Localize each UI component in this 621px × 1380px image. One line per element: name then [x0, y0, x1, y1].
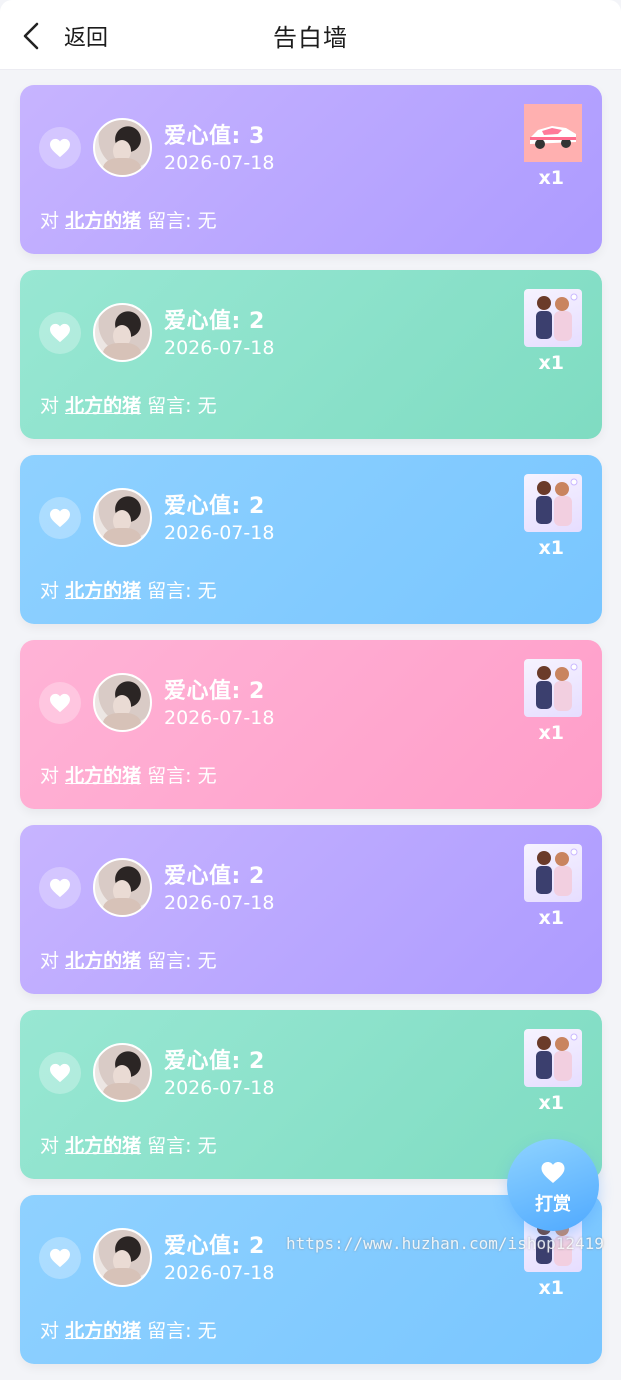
avatar[interactable]	[93, 858, 152, 917]
page-title: 告白墙	[273, 24, 348, 52]
heart-icon	[50, 1063, 70, 1083]
like-button[interactable]	[39, 1237, 81, 1279]
love-value: 爱心值: 2	[164, 864, 265, 889]
message-text: 留言: 无	[147, 1320, 217, 1342]
message-line: 对 北方的猪 留言: 无	[40, 206, 217, 233]
love-value: 爱心值: 3	[164, 124, 265, 149]
confession-card: 爱心值: 2 2026-07-18 对 北方的猪 留言: 无 x1	[20, 270, 602, 439]
heart-icon	[50, 878, 70, 898]
love-value: 爱心值: 2	[164, 679, 265, 704]
avatar[interactable]	[93, 118, 152, 177]
gift-count: x1	[538, 537, 564, 559]
like-button[interactable]	[39, 312, 81, 354]
confession-card: 爱心值: 2 2026-07-18 对 北方的猪 留言: 无 x1	[20, 1195, 602, 1364]
message-prefix: 对	[40, 210, 60, 232]
couple-gift-icon	[524, 659, 582, 717]
post-date: 2026-07-18	[164, 707, 275, 729]
message-line: 对 北方的猪 留言: 无	[40, 1316, 217, 1343]
like-button[interactable]	[39, 867, 81, 909]
love-value: 爱心值: 2	[164, 309, 265, 334]
heart-icon	[541, 1162, 565, 1183]
confession-card: 爱心值: 2 2026-07-18 对 北方的猪 留言: 无 x1	[20, 455, 602, 624]
post-date: 2026-07-18	[164, 892, 275, 914]
post-date: 2026-07-18	[164, 1262, 275, 1284]
message-text: 留言: 无	[147, 395, 217, 417]
avatar[interactable]	[93, 303, 152, 362]
sports-car-gift-icon	[524, 104, 582, 162]
target-user-link[interactable]: 北方的猪	[65, 765, 141, 787]
gift-count: x1	[538, 167, 564, 189]
like-button[interactable]	[39, 682, 81, 724]
message-text: 留言: 无	[147, 1135, 217, 1157]
target-user-link[interactable]: 北方的猪	[65, 580, 141, 602]
target-user-link[interactable]: 北方的猪	[65, 210, 141, 232]
message-text: 留言: 无	[147, 210, 217, 232]
message-prefix: 对	[40, 1135, 60, 1157]
message-line: 对 北方的猪 留言: 无	[40, 1131, 217, 1158]
post-date: 2026-07-18	[164, 1077, 275, 1099]
confession-card: 爱心值: 3 2026-07-18 对 北方的猪 留言: 无 x1	[20, 85, 602, 254]
target-user-link[interactable]: 北方的猪	[65, 395, 141, 417]
heart-icon	[50, 1248, 70, 1268]
couple-gift-icon	[524, 474, 582, 532]
love-value: 爱心值: 2	[164, 494, 265, 519]
couple-gift-icon	[524, 1029, 582, 1087]
top-bar: 返回 告白墙	[0, 0, 621, 70]
message-line: 对 北方的猪 留言: 无	[40, 576, 217, 603]
love-value: 爱心值: 2	[164, 1234, 265, 1259]
couple-gift-icon	[524, 844, 582, 902]
confession-card: 爱心值: 2 2026-07-18 对 北方的猪 留言: 无 x1	[20, 825, 602, 994]
gift-count: x1	[538, 1277, 564, 1299]
heart-icon	[50, 138, 70, 158]
like-button[interactable]	[39, 1052, 81, 1094]
like-button[interactable]	[39, 127, 81, 169]
post-date: 2026-07-18	[164, 337, 275, 359]
gift-count: x1	[538, 907, 564, 929]
gift-count: x1	[538, 1092, 564, 1114]
target-user-link[interactable]: 北方的猪	[65, 950, 141, 972]
message-prefix: 对	[40, 765, 60, 787]
couple-gift-icon	[524, 289, 582, 347]
heart-icon	[50, 323, 70, 343]
gift-count: x1	[538, 352, 564, 374]
message-prefix: 对	[40, 950, 60, 972]
love-value: 爱心值: 2	[164, 1049, 265, 1074]
reward-button[interactable]: 打赏	[507, 1139, 599, 1231]
avatar[interactable]	[93, 488, 152, 547]
like-button[interactable]	[39, 497, 81, 539]
target-user-link[interactable]: 北方的猪	[65, 1135, 141, 1157]
target-user-link[interactable]: 北方的猪	[65, 1320, 141, 1342]
message-text: 留言: 无	[147, 580, 217, 602]
post-date: 2026-07-18	[164, 152, 275, 174]
heart-icon	[50, 693, 70, 713]
message-prefix: 对	[40, 1320, 60, 1342]
message-prefix: 对	[40, 580, 60, 602]
reward-label: 打赏	[535, 1194, 571, 1215]
heart-icon	[50, 508, 70, 528]
post-date: 2026-07-18	[164, 522, 275, 544]
message-prefix: 对	[40, 395, 60, 417]
message-line: 对 北方的猪 留言: 无	[40, 761, 217, 788]
watermark-text: https://www.huzhan.com/ishop12419	[286, 1234, 604, 1253]
message-text: 留言: 无	[147, 765, 217, 787]
confession-card: 爱心值: 2 2026-07-18 对 北方的猪 留言: 无 x1	[20, 640, 602, 809]
avatar[interactable]	[93, 1043, 152, 1102]
gift-count: x1	[538, 722, 564, 744]
message-line: 对 北方的猪 留言: 无	[40, 391, 217, 418]
message-line: 对 北方的猪 留言: 无	[40, 946, 217, 973]
avatar[interactable]	[93, 673, 152, 732]
message-text: 留言: 无	[147, 950, 217, 972]
avatar[interactable]	[93, 1228, 152, 1287]
